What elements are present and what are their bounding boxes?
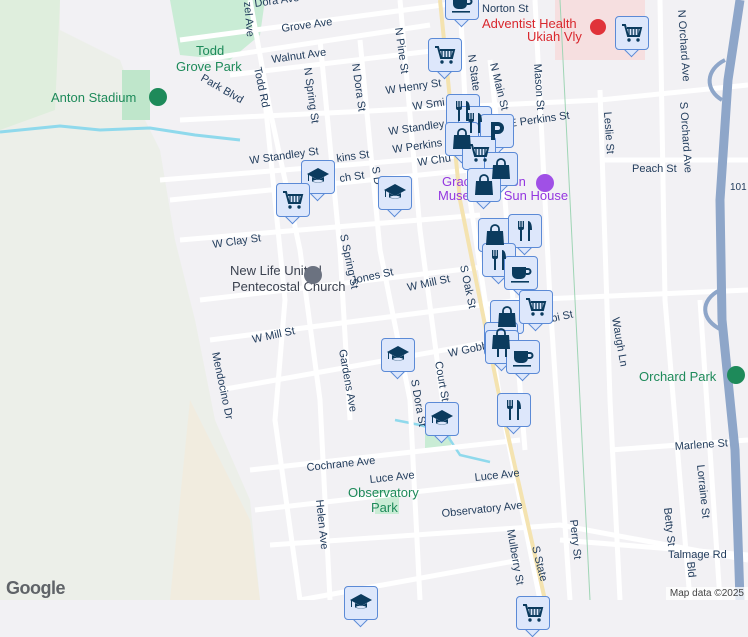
map-marker-cart[interactable]	[516, 596, 550, 637]
fork-icon	[513, 219, 537, 243]
grad-icon	[306, 165, 330, 189]
street-label: Peach St	[632, 163, 677, 175]
street-label: Dora Ave	[254, 0, 300, 10]
street-label: Court St	[432, 360, 451, 402]
street-label: W Gobb	[447, 340, 489, 360]
map-marker-cart[interactable]	[519, 290, 553, 332]
fork-icon	[487, 248, 511, 272]
street-label: W Henry St	[385, 77, 442, 97]
hospital-label: Ukiah Vly	[527, 29, 582, 44]
street-label: Gardens Ave	[336, 348, 359, 413]
marker-box	[504, 256, 538, 290]
forest-area	[0, 0, 60, 130]
cart-icon	[281, 188, 305, 212]
marker-box	[497, 393, 531, 427]
street-label: Grove Ave	[281, 16, 333, 35]
map-marker-cup[interactable]	[506, 340, 540, 382]
place-label: Pentecostal Church	[232, 279, 345, 294]
hospital-icon	[590, 19, 606, 35]
map-marker-cart[interactable]	[615, 16, 649, 58]
street-label: W Smi	[412, 97, 446, 113]
street-label: Talmage Rd	[668, 549, 727, 561]
street-label: W Perkins	[392, 137, 444, 156]
map-attribution[interactable]: Map data ©2025	[665, 587, 748, 600]
map-marker-cup[interactable]	[445, 0, 479, 28]
street-label: Mulberry St	[504, 528, 526, 585]
map-marker-cart[interactable]	[428, 38, 462, 80]
street-label: Park Blvd	[199, 72, 246, 106]
highway-shield: 101	[730, 182, 747, 193]
park-label: Observatory	[348, 485, 419, 500]
street-label: Betty St	[661, 507, 677, 547]
marker-box	[508, 214, 542, 248]
parking-icon	[485, 119, 509, 143]
street-label: Lorraine St	[694, 464, 712, 519]
marker-box	[519, 290, 553, 324]
street-label: Marlene St	[674, 437, 728, 453]
street-label: W Standley	[388, 118, 446, 138]
cart-icon	[524, 295, 548, 319]
street-label: N Pine St	[392, 27, 410, 75]
marker-box	[428, 38, 462, 72]
street-label: Bld	[684, 561, 698, 578]
street-label: Waugh Ln	[609, 316, 629, 367]
marker-box	[301, 160, 335, 194]
bag-icon	[472, 173, 496, 197]
marker-box	[445, 0, 479, 20]
street-label: Norton St	[482, 3, 528, 15]
park-label: Grove Park	[176, 59, 242, 74]
grad-icon	[430, 407, 454, 431]
street-label: bi St	[550, 309, 574, 325]
street-label: N Orchard Ave	[675, 9, 692, 82]
marker-box	[467, 168, 501, 202]
marker-box	[478, 218, 512, 252]
street-label: Cochrane Ave	[306, 455, 376, 474]
street-label: N State	[465, 54, 482, 92]
grad-icon	[386, 343, 410, 367]
park-label: Park	[371, 500, 398, 515]
map-canvas[interactable]: Dora Ave Norton St Grove Ave zel Ave Wal…	[0, 0, 748, 600]
museum-icon	[536, 174, 554, 192]
fork-icon	[502, 398, 526, 422]
marker-box	[378, 176, 412, 210]
google-logo: Google	[6, 578, 66, 598]
grad-icon	[383, 181, 407, 205]
street-label: S Orchard Ave	[677, 101, 694, 173]
street-label: Observatory Ave	[441, 500, 523, 520]
church-icon	[304, 266, 322, 284]
park-label: Orchard Park	[639, 369, 717, 384]
bag-icon	[495, 305, 519, 329]
grad-icon	[349, 591, 373, 615]
map-marker-bag[interactable]	[467, 168, 501, 210]
cup-icon	[450, 0, 474, 15]
map-marker-fork[interactable]	[497, 393, 531, 435]
cart-icon	[620, 21, 644, 45]
freeway-101	[715, 0, 745, 600]
marker-box	[516, 596, 550, 630]
street-label: Luce Ave	[369, 469, 415, 486]
map-marker-grad[interactable]	[378, 176, 412, 218]
cup-icon	[509, 261, 533, 285]
marker-box	[381, 338, 415, 372]
marker-box	[276, 183, 310, 217]
park-label: Anton Stadium	[51, 90, 136, 105]
cart-icon	[433, 43, 457, 67]
park-label: Todd	[196, 43, 224, 58]
street-label: W Mill St	[251, 325, 296, 346]
cart-icon	[467, 141, 491, 165]
park-tree-icon	[727, 366, 745, 384]
marker-box	[425, 402, 459, 436]
marker-box	[615, 16, 649, 50]
bag-icon	[483, 223, 507, 247]
map-marker-grad[interactable]	[381, 338, 415, 380]
map-marker-grad[interactable]	[344, 586, 378, 628]
cup-icon	[511, 345, 535, 369]
marker-box	[506, 340, 540, 374]
street-label: Perry St	[567, 519, 583, 560]
map-marker-grad[interactable]	[425, 402, 459, 444]
stadium-icon	[149, 88, 167, 106]
cart-icon	[521, 601, 545, 625]
marker-box	[344, 586, 378, 620]
map-marker-cart[interactable]	[276, 183, 310, 225]
